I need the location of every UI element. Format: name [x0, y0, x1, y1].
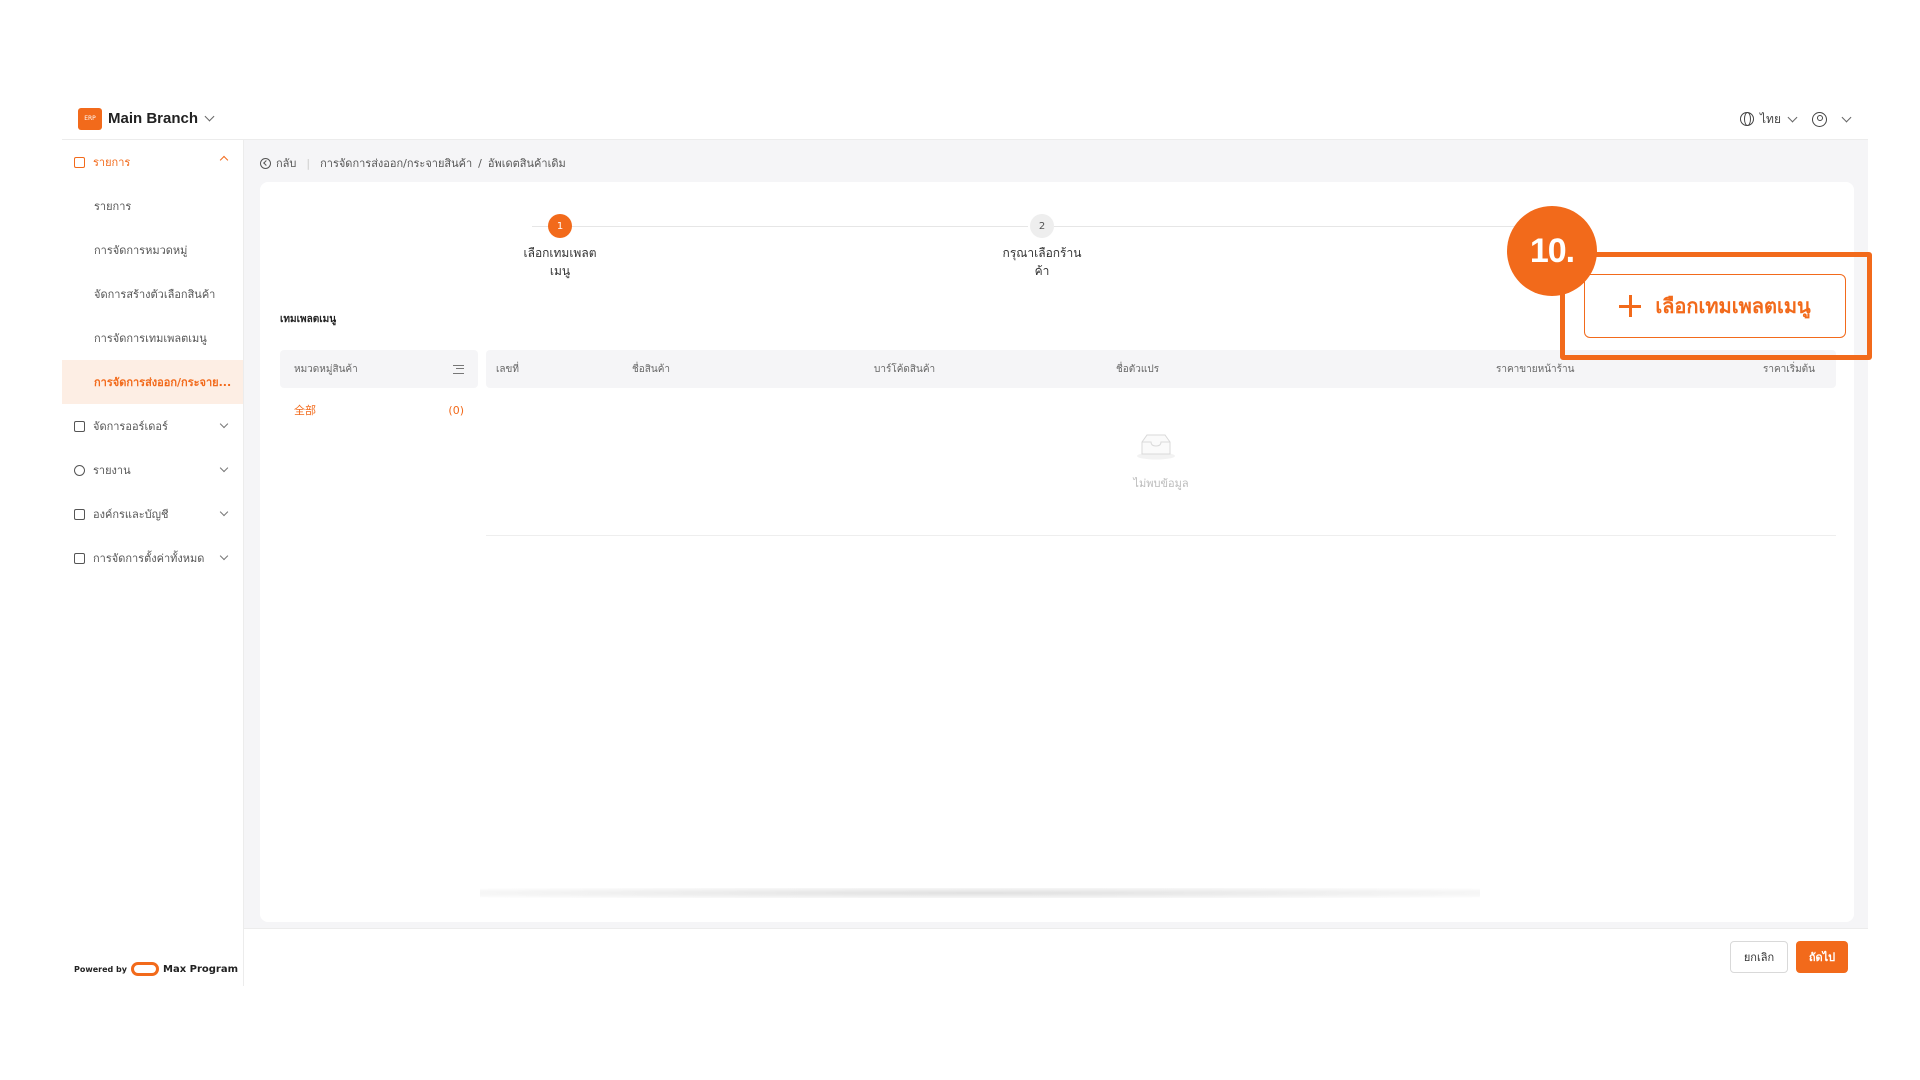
category-label: 全部	[294, 404, 316, 417]
step-number: 2	[1030, 214, 1054, 238]
bottom-action-bar: ยกเลิก ถัดไป	[244, 928, 1868, 986]
step-label-line: กรุณาเลือกร้าน	[1002, 246, 1082, 260]
step-select-template: 1 เลือกเทมเพลต เมนู	[500, 214, 620, 280]
breadcrumb-slash: /	[478, 156, 482, 170]
category-header-label: หมวดหมู่สินค้า	[294, 363, 358, 375]
column-number: เลขที่	[496, 364, 519, 375]
sidebar-group-label: รายการ	[93, 156, 131, 169]
branch-name: Main Branch	[108, 110, 199, 127]
chevron-down-icon[interactable]	[1841, 112, 1852, 122]
column-variant-name: ชื่อตัวแปร	[1116, 364, 1160, 375]
sidebar-group-label: องค์กรและบัญชี	[93, 508, 169, 521]
sidebar-group-label: รายงาน	[93, 464, 131, 477]
chevron-down-icon	[204, 111, 215, 122]
branch-selector[interactable]: ERP Main Branch	[78, 107, 215, 130]
empty-state: ไม่พบข้อมูล	[486, 388, 1836, 536]
settings-icon	[74, 552, 85, 564]
section-title: เทมเพลตเมนู	[280, 314, 337, 325]
collapse-icon[interactable]	[453, 364, 464, 374]
language-selector[interactable]: ไทย	[1740, 110, 1798, 129]
step-label-line: ค้า	[1034, 264, 1050, 278]
users-icon	[74, 508, 85, 520]
clipboard-icon	[74, 420, 85, 432]
sidebar-group-settings[interactable]: การจัดการตั้งค่าทั้งหมด	[62, 536, 243, 580]
column-store-price: ราคาขายหน้าร้าน	[1496, 364, 1575, 375]
sidebar-group-label: การจัดการตั้งค่าทั้งหมด	[93, 552, 205, 565]
select-template-label: เลือกเทมเพลตเมนู	[1655, 294, 1811, 318]
step-connector	[1054, 226, 1574, 227]
globe-icon	[1740, 112, 1755, 126]
breadcrumb: กลับ | การจัดการส่งออก/กระจายสินค้า / อั…	[260, 154, 566, 172]
step-label: เลือกเทมเพลต เมนู	[500, 244, 620, 280]
step-number: 1	[548, 214, 572, 238]
column-base-price: ราคาเริ่มต้น	[1763, 364, 1816, 375]
breadcrumb-item[interactable]: การจัดการส่งออก/กระจายสินค้า	[320, 154, 472, 172]
breadcrumb-current: อัพเดตสินค้าเดิม	[487, 157, 566, 170]
sidebar-item-product-options[interactable]: จัดการสร้างตัวเลือกสินค้า	[62, 272, 243, 316]
app-logo: ERP	[78, 107, 102, 130]
sidebar-group-list[interactable]: รายการ	[62, 140, 243, 184]
category-panel-header: หมวดหมู่สินค้า	[280, 350, 478, 388]
breadcrumb-divider: |	[306, 156, 311, 170]
step-label: กรุณาเลือกร้าน ค้า	[982, 244, 1102, 280]
step-select-store: 2 กรุณาเลือกร้าน ค้า	[982, 214, 1102, 280]
next-button[interactable]: ถัดไป	[1796, 941, 1848, 973]
max-program-logo-icon	[131, 962, 159, 976]
sidebar-group-label: จัดการออร์เดอร์	[93, 420, 168, 433]
column-product-name: ชื่อสินค้า	[632, 364, 671, 375]
empty-text: ไม่พบข้อมูล	[1133, 477, 1189, 490]
window-shadow	[480, 888, 1480, 898]
top-bar: ERP Main Branch ไทย	[62, 98, 1868, 140]
powered-by: Powered by Max Program	[74, 962, 238, 976]
back-label: กลับ	[276, 157, 297, 170]
user-avatar-icon[interactable]	[1812, 111, 1827, 127]
back-link[interactable]: กลับ	[260, 154, 296, 172]
category-count: (0)	[448, 403, 464, 417]
plus-icon	[1619, 295, 1642, 317]
chevron-down-icon	[1787, 112, 1798, 122]
sidebar-group-orders[interactable]: จัดการออร์เดอร์	[62, 404, 243, 448]
list-icon	[74, 156, 85, 168]
chevron-down-icon	[219, 507, 229, 517]
sidebar-item-export-distribution[interactable]: การจัดการส่งออก/กระจาย...	[62, 360, 243, 404]
column-barcode: บาร์โค้ดสินค้า	[874, 364, 936, 375]
chevron-down-icon	[219, 419, 229, 429]
top-right-controls: ไทย	[1740, 98, 1852, 140]
category-row-all[interactable]: 全部 (0)	[280, 388, 478, 432]
sidebar: รายการ รายการ การจัดการหมวดหมู่ จัดการสร…	[62, 140, 244, 986]
chevron-up-icon	[219, 155, 229, 165]
step-label-line: เลือกเทมเพลต	[523, 246, 597, 260]
sidebar-group-reports[interactable]: รายงาน	[62, 448, 243, 492]
chevron-down-icon	[219, 551, 229, 561]
category-panel: หมวดหมู่สินค้า 全部 (0)	[280, 350, 478, 432]
sidebar-item-menu-templates[interactable]: การจัดการเทมเพลตเมนู	[62, 316, 243, 360]
sidebar-item-category-management[interactable]: การจัดการหมวดหมู่	[62, 228, 243, 272]
chevron-down-icon	[219, 463, 229, 473]
clock-icon	[74, 464, 85, 476]
cancel-button[interactable]: ยกเลิก	[1730, 941, 1788, 973]
language-label: ไทย	[1760, 111, 1781, 126]
app-window: ERP Main Branch ไทย รายการ รายการ การจัด…	[62, 98, 1868, 986]
back-arrow-icon	[260, 157, 271, 169]
step-label-line: เมนู	[549, 264, 571, 278]
program-name: Max Program	[163, 963, 239, 975]
select-menu-template-button[interactable]: เลือกเทมเพลตเมนู	[1584, 274, 1846, 338]
tutorial-step-badge: 10.	[1507, 206, 1597, 296]
sidebar-group-organization[interactable]: องค์กรและบัญชี	[62, 492, 243, 536]
powered-by-label: Powered by	[74, 964, 127, 974]
empty-box-icon	[1137, 434, 1175, 460]
sidebar-item-list[interactable]: รายการ	[62, 184, 243, 228]
